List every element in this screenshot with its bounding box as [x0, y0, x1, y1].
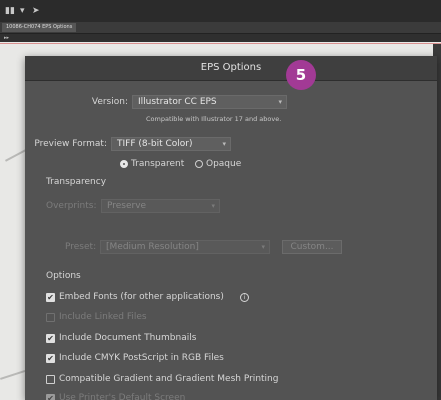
version-value: Illustrator CC EPS	[138, 97, 217, 107]
chevron-down-icon: ▾	[222, 140, 226, 148]
step-number-badge: 5	[286, 60, 316, 90]
chevron-down-icon: ▾	[278, 98, 282, 106]
artwork-line-bottom	[0, 369, 26, 380]
version-compat-note: Compatible with Illustrator 17 and above…	[146, 115, 282, 123]
send-icon[interactable]: ➤	[32, 6, 40, 16]
artboard-guide-line	[0, 43, 441, 44]
custom-button[interactable]: Custom...	[282, 240, 342, 254]
transparency-heading: Transparency	[46, 177, 107, 187]
opaque-radio[interactable]	[195, 160, 203, 168]
overprints-dropdown[interactable]: Preserve ▾	[101, 199, 220, 213]
document-thumbnails-label[interactable]: Include Document Thumbnails	[59, 331, 196, 345]
preset-dropdown[interactable]: [Medium Resolution] ▾	[100, 240, 270, 254]
preset-value: [Medium Resolution]	[106, 242, 199, 252]
version-label: Version:	[91, 97, 128, 107]
eps-options-dialog: EPS Options Version: Illustrator CC EPS …	[25, 56, 437, 400]
overprints-value: Preserve	[107, 201, 147, 211]
version-dropdown[interactable]: Illustrator CC EPS ▾	[132, 95, 287, 109]
printer-screens-checkbox[interactable]: ✔	[46, 394, 55, 400]
control-bar: ▸▸	[0, 34, 441, 42]
arrange-icon[interactable]: ▾	[20, 6, 25, 16]
preview-format-value: TIFF (8-bit Color)	[117, 139, 193, 149]
document-thumbnails-checkbox[interactable]: ✔	[46, 334, 55, 343]
include-linked-files-checkbox[interactable]	[46, 313, 55, 322]
opaque-label[interactable]: Opaque	[206, 157, 241, 171]
gradient-mesh-label[interactable]: Compatible Gradient and Gradient Mesh Pr…	[59, 372, 278, 386]
chevron-down-icon: ▾	[211, 202, 215, 210]
embed-fonts-label[interactable]: Embed Fonts (for other applications)	[59, 290, 224, 304]
transparent-radio[interactable]	[120, 160, 128, 168]
dialog-title: EPS Options	[25, 56, 437, 81]
cmyk-postscript-label[interactable]: Include CMYK PostScript in RGB Files	[59, 351, 224, 365]
include-linked-files-label: Include Linked Files	[59, 312, 147, 322]
control-bar-handle: ▸▸	[4, 35, 10, 41]
preview-format-dropdown[interactable]: TIFF (8-bit Color) ▾	[111, 137, 231, 151]
gradient-mesh-checkbox[interactable]	[46, 375, 55, 384]
app-topbar: ▮▮ ▾ ➤	[0, 0, 441, 22]
printer-screens-label: Use Printer's Default Screen	[59, 393, 186, 400]
info-icon[interactable]: i	[240, 293, 249, 302]
cmyk-postscript-checkbox[interactable]: ✔	[46, 354, 55, 363]
embed-fonts-checkbox[interactable]: ✔	[46, 293, 55, 302]
chevron-down-icon: ▾	[261, 243, 265, 251]
transparent-label[interactable]: Transparent	[131, 157, 184, 171]
document-tab[interactable]: 10086-CH074 EPS Options	[2, 23, 77, 32]
document-tabbar: 10086-CH074 EPS Options	[0, 22, 441, 34]
preset-label: Preset:	[65, 242, 97, 252]
preview-format-label: Preview Format:	[34, 139, 107, 149]
options-heading: Options	[46, 271, 81, 281]
app-menu-icon[interactable]: ▮▮	[5, 6, 15, 16]
overprints-label: Overprints:	[46, 201, 97, 211]
